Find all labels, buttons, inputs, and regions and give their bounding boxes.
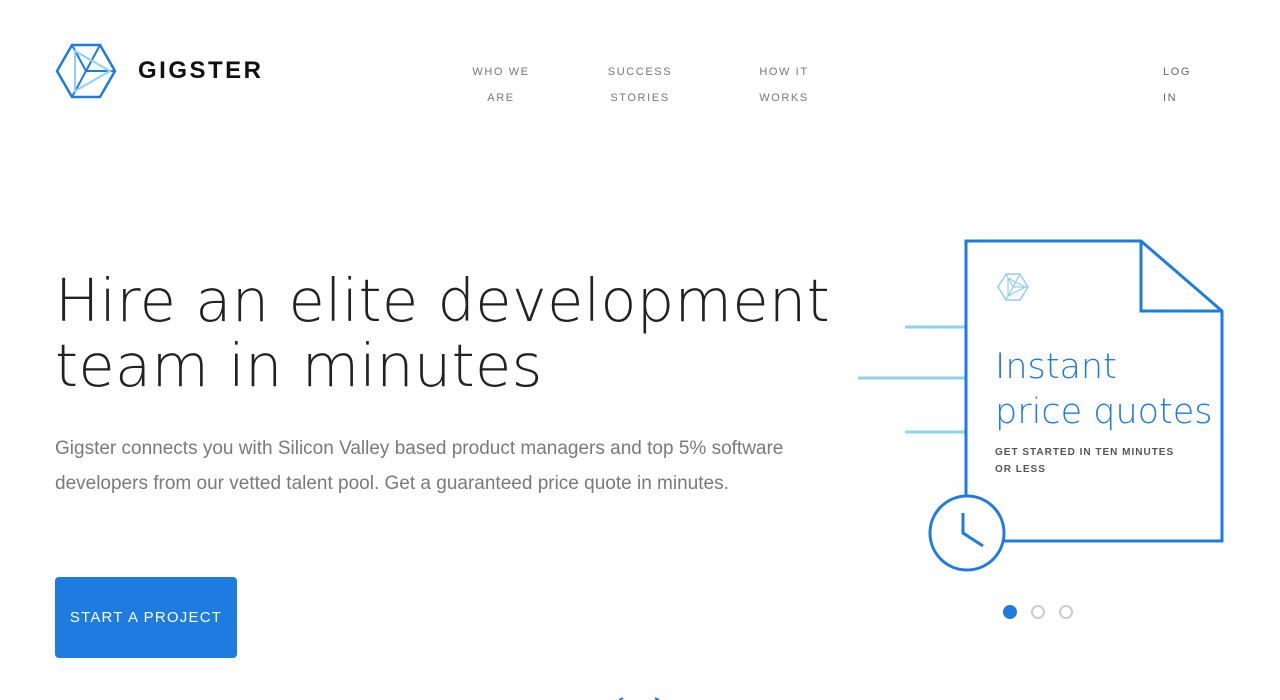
page: GIGSTER WHO WE ARE SUCCESS STORIES HOW I… (0, 0, 1280, 700)
hexagon-cube-icon (55, 43, 117, 99)
start-project-button[interactable]: START A PROJECT (55, 577, 237, 658)
nav-label-line: IN (1163, 92, 1178, 104)
login-link[interactable]: LOG IN (1163, 59, 1203, 111)
slide-title-line: Instant (995, 347, 1117, 387)
slide-title-line: price quotes (995, 392, 1213, 432)
carousel-dot-2[interactable] (1031, 605, 1045, 619)
nav-who-we-are[interactable]: WHO WE ARE (466, 59, 536, 111)
nav-label-line: ARE (487, 92, 515, 104)
clock-icon (928, 494, 1006, 572)
nav-label-line: LOG (1163, 66, 1192, 78)
nav-label-line: SUCCESS (607, 66, 673, 78)
nav-label-line: WHO WE (472, 66, 530, 78)
slide-subtitle-line: GET STARTED IN TEN MINUTES (995, 447, 1175, 458)
nav-label-line: WORKS (759, 92, 809, 104)
hero-subtext: Gigster connects you with Silicon Valley… (55, 438, 784, 494)
chevron-down-icon[interactable] (617, 692, 663, 700)
slide-title: Instant price quotes (995, 345, 1213, 435)
carousel-dots (1003, 605, 1087, 619)
brand-name: GIGSTER (138, 57, 264, 84)
slide-subtitle-line: OR LESS (995, 464, 1046, 475)
headline-line: team in minutes (55, 331, 543, 400)
nav-label-line: STORIES (610, 92, 670, 104)
headline-line: Hire an elite development (55, 266, 831, 335)
nav-success-stories[interactable]: SUCCESS STORIES (600, 59, 680, 111)
logo-link[interactable]: GIGSTER (55, 43, 264, 99)
carousel-dot-3[interactable] (1059, 605, 1073, 619)
slide-subtitle: GET STARTED IN TEN MINUTES OR LESS (995, 444, 1185, 478)
nav-how-it-works[interactable]: HOW IT WORKS (750, 59, 818, 111)
hero-headline: Hire an elite development team in minute… (55, 266, 831, 400)
nav-label-line: HOW IT (759, 66, 809, 78)
slide-illustration: Instant price quotes GET STARTED IN TEN … (850, 235, 1240, 580)
carousel-dot-1[interactable] (1003, 605, 1017, 619)
